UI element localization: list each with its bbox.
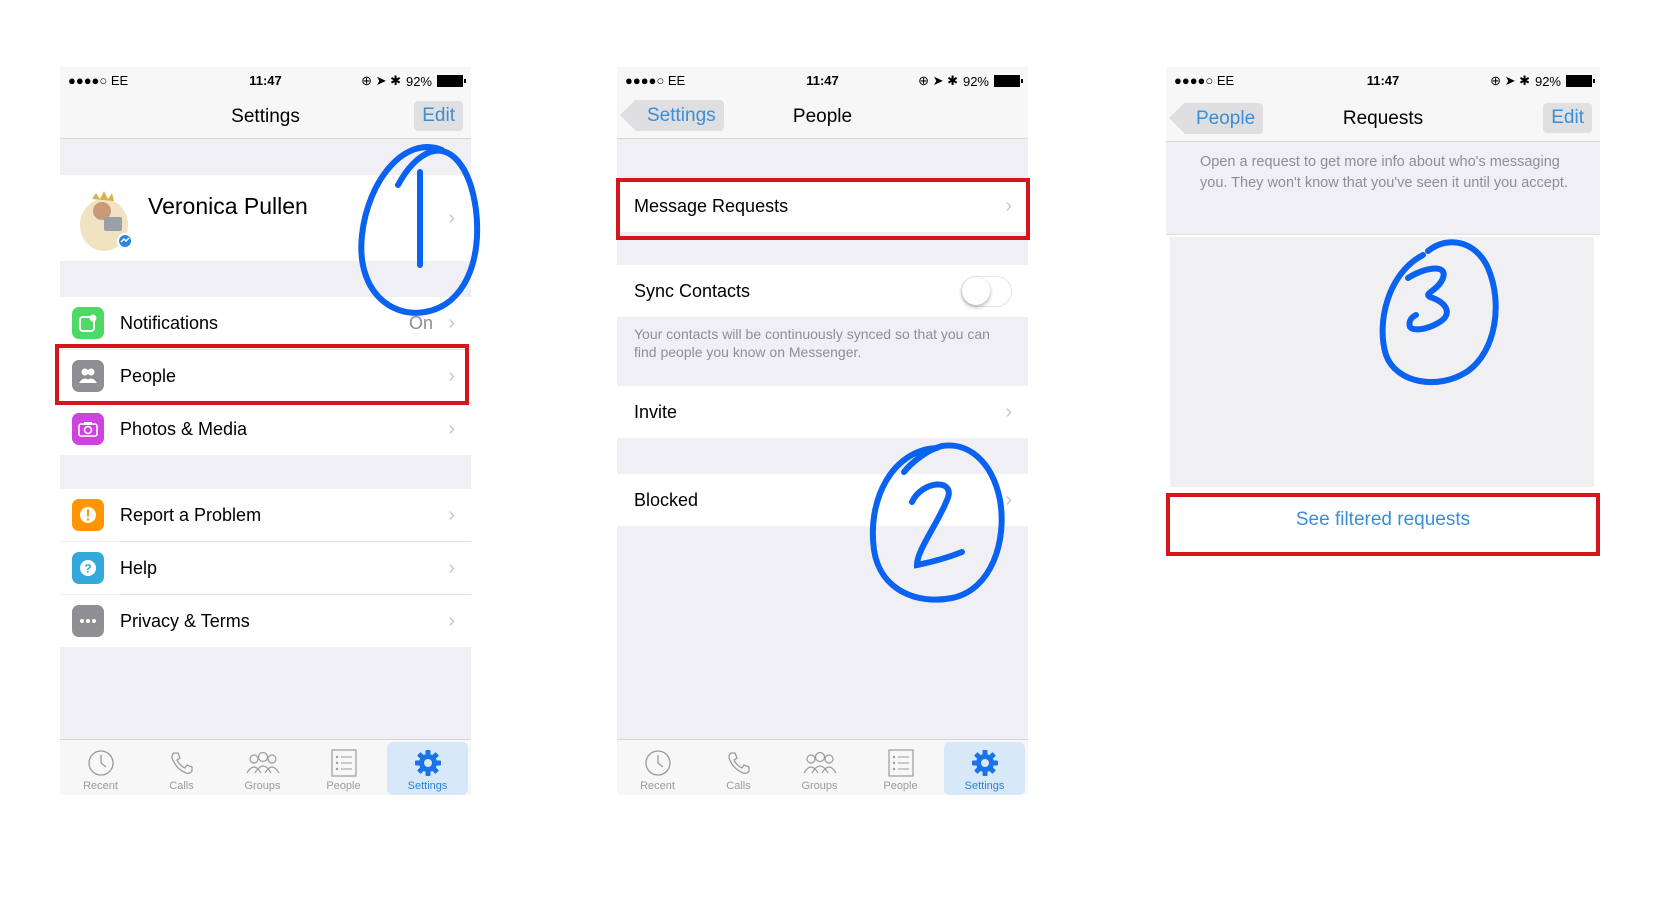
tab-people[interactable]: People xyxy=(860,740,941,795)
chevron-right-icon: › xyxy=(448,609,455,632)
tab-groups[interactable]: Groups xyxy=(779,740,860,795)
row-label: Privacy & Terms xyxy=(120,610,250,631)
battery-icon xyxy=(437,75,466,87)
svg-text:?: ? xyxy=(84,562,91,576)
edit-button[interactable]: Edit xyxy=(414,101,463,131)
tab-label: Settings xyxy=(964,780,1005,792)
page-title: People xyxy=(792,106,853,127)
battery-icon xyxy=(994,75,1023,87)
settings-row-report-problem[interactable]: Report a Problem › xyxy=(60,489,471,541)
clock-icon xyxy=(87,750,114,776)
tab-settings[interactable]: Settings xyxy=(387,742,468,795)
phone-icon xyxy=(727,752,750,774)
annotation-number-1 xyxy=(358,144,481,316)
highlight-box-filtered-requests xyxy=(1166,493,1600,556)
battery-icon xyxy=(1566,75,1595,87)
tab-recent[interactable]: Recent xyxy=(617,740,698,795)
tab-bar: Recent Calls Groups People Settings xyxy=(60,739,471,795)
phone-icon xyxy=(170,752,193,774)
people-row-invite[interactable]: Invite › xyxy=(617,386,1028,438)
people-screen: ●●●●○ EE 11:47 ⊕ ➤ ✱ 92% Settings People… xyxy=(617,67,1028,795)
tab-label: People xyxy=(883,780,918,792)
page-title: Requests xyxy=(1342,108,1424,129)
row-label: Sync Contacts xyxy=(634,280,751,301)
highlight-box-people xyxy=(55,344,469,405)
annotation-number-3 xyxy=(1379,239,1499,386)
chevron-right-icon: › xyxy=(448,503,455,526)
gear-icon xyxy=(414,750,441,776)
profile-name: Veronica Pullen xyxy=(148,193,308,219)
location-icon: ⊕ ➤ ✱ xyxy=(361,73,401,88)
tab-label: Settings xyxy=(407,780,448,792)
groups-icon xyxy=(802,751,837,774)
battery-percent: 92% xyxy=(405,73,432,89)
chevron-right-icon: › xyxy=(448,417,455,440)
list-icon xyxy=(330,749,357,777)
status-bar: ●●●●○ EE 11:47 ⊕ ➤ ✱ 92% xyxy=(617,67,1028,95)
settings-row-help[interactable]: ? Help › xyxy=(60,542,471,594)
row-label: Notifications xyxy=(120,312,219,333)
tab-label: People xyxy=(326,780,361,792)
sync-contacts-toggle[interactable] xyxy=(961,275,1012,307)
people-row-sync-contacts: Sync Contacts xyxy=(617,265,1028,317)
settings-row-privacy-terms[interactable]: Privacy & Terms › xyxy=(60,595,471,647)
status-bar: ●●●●○ EE 11:47 ⊕ ➤ ✱ 92% xyxy=(1166,67,1600,95)
location-icon: ⊕ ➤ ✱ xyxy=(918,73,958,88)
battery-percent: 92% xyxy=(962,73,989,89)
tab-people[interactable]: People xyxy=(303,740,384,795)
tab-recent[interactable]: Recent xyxy=(60,740,141,795)
more-icon xyxy=(72,605,104,637)
help-icon: ? xyxy=(72,552,104,584)
clock-icon xyxy=(644,750,671,776)
alert-icon xyxy=(72,499,104,531)
highlight-box-message-requests xyxy=(616,178,1030,240)
tab-groups[interactable]: Groups xyxy=(222,740,303,795)
page-title: Settings xyxy=(231,106,300,127)
tab-label: Recent xyxy=(640,780,675,792)
row-label: Blocked xyxy=(634,489,699,510)
nav-bar: Settings People xyxy=(617,95,1028,139)
tab-bar: Recent Calls Groups People Settings xyxy=(617,739,1028,795)
list-icon xyxy=(887,749,914,777)
sync-contacts-footer: Your contacts will be continuously synce… xyxy=(634,326,990,360)
avatar xyxy=(80,191,133,251)
chevron-right-icon: › xyxy=(448,556,455,579)
annotation-number-2 xyxy=(869,442,1005,603)
row-label: Help xyxy=(120,557,158,578)
battery-percent: 92% xyxy=(1534,73,1561,89)
chevron-right-icon: › xyxy=(1005,400,1012,423)
nav-bar: People Requests Edit xyxy=(1166,95,1600,142)
row-label: Report a Problem xyxy=(120,504,262,525)
nav-bar: Settings Edit xyxy=(60,95,471,139)
requests-info-text: Open a request to get more info about wh… xyxy=(1200,154,1568,191)
tab-settings[interactable]: Settings xyxy=(944,742,1025,795)
tab-label: Groups xyxy=(801,780,838,792)
tab-calls[interactable]: Calls xyxy=(698,740,779,795)
groups-icon xyxy=(245,751,280,774)
row-label: Photos & Media xyxy=(120,418,248,439)
tab-label: Recent xyxy=(83,780,118,792)
edit-button[interactable]: Edit xyxy=(1543,103,1592,133)
location-icon: ⊕ ➤ ✱ xyxy=(1490,73,1530,88)
tab-label: Calls xyxy=(726,780,751,792)
gear-icon xyxy=(971,750,998,776)
tab-calls[interactable]: Calls xyxy=(141,740,222,795)
settings-row-photos-media[interactable]: Photos & Media › xyxy=(60,403,471,455)
notification-icon xyxy=(72,307,104,339)
camera-icon xyxy=(72,413,104,445)
row-label: Invite xyxy=(634,401,678,422)
tab-label: Groups xyxy=(244,780,281,792)
info-header: Open a request to get more info about wh… xyxy=(1166,142,1600,235)
status-bar: ●●●●○ EE 11:47 ⊕ ➤ ✱ 92% xyxy=(60,67,471,95)
tab-label: Calls xyxy=(169,780,194,792)
